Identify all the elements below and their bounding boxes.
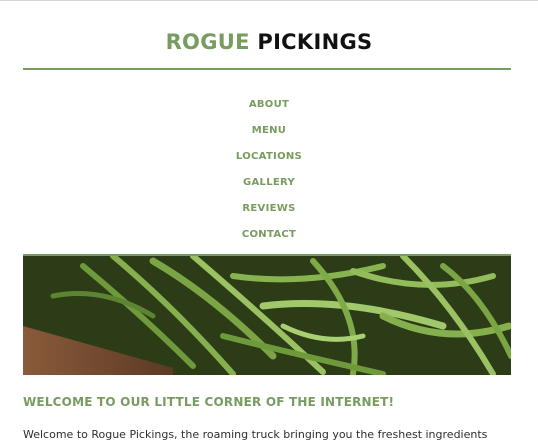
nav-item-menu: MENU <box>0 118 538 137</box>
nav-item-locations: LOCATIONS <box>0 144 538 163</box>
intro-paragraph: Welcome to Rogue Pickings, the roaming t… <box>23 428 488 441</box>
nav-link-gallery[interactable]: GALLERY <box>243 177 295 188</box>
nav-link-contact[interactable]: CONTACT <box>242 229 296 240</box>
header-divider <box>23 68 511 70</box>
nav-link-reviews[interactable]: REVIEWS <box>242 203 295 214</box>
nav-item-about: ABOUT <box>0 92 538 111</box>
site-title-word-1: ROGUE <box>165 30 250 54</box>
nav-link-about[interactable]: ABOUT <box>249 99 289 110</box>
site-title[interactable]: ROGUE PICKINGS <box>0 30 538 54</box>
nav-item-gallery: GALLERY <box>0 170 538 189</box>
nav-item-reviews: REVIEWS <box>0 196 538 215</box>
nav-link-menu[interactable]: MENU <box>252 125 286 136</box>
green-beans-illustration <box>23 256 511 375</box>
site-title-word-2: PICKINGS <box>257 30 373 54</box>
welcome-heading: WELCOME TO OUR LITTLE CORNER OF THE INTE… <box>23 395 395 409</box>
top-border <box>0 0 538 1</box>
nav-item-contact: CONTACT <box>0 222 538 241</box>
nav-link-locations[interactable]: LOCATIONS <box>236 151 302 162</box>
hero-image <box>23 254 511 375</box>
